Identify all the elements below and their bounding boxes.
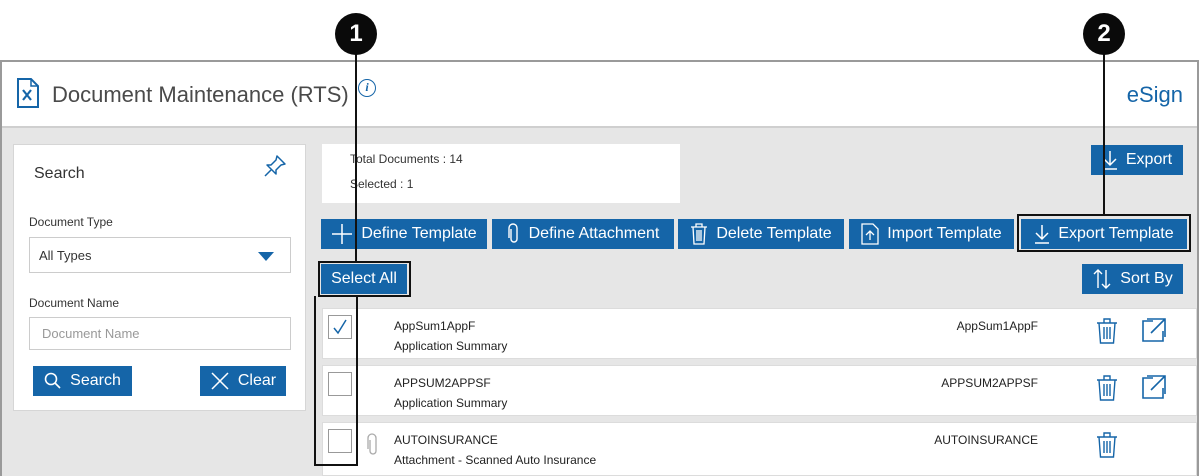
define-attachment-label: Define Attachment: [528, 225, 660, 242]
callout-1-highlight-select-all: [318, 261, 411, 297]
trash-icon[interactable]: [1096, 375, 1118, 401]
document-code: AppSum1AppF: [956, 319, 1038, 333]
document-name: APPSUM2APPSF: [394, 376, 491, 390]
define-attachment-button[interactable]: Define Attachment: [492, 219, 674, 249]
trash-icon[interactable]: [1096, 432, 1118, 458]
callout-2-line: [1103, 54, 1105, 215]
define-template-label: Define Template: [361, 225, 477, 242]
document-description: Application Summary: [394, 396, 508, 410]
callout-2-highlight-export-template: [1017, 214, 1191, 252]
brand-esign[interactable]: eSign: [1127, 82, 1183, 108]
document-type-select[interactable]: All Types: [29, 237, 291, 273]
import-template-button[interactable]: Import Template: [849, 219, 1014, 249]
define-template-button[interactable]: Define Template: [321, 219, 487, 249]
clear-button-label: Clear: [237, 372, 277, 389]
delete-template-label: Delete Template: [716, 225, 832, 242]
table-row[interactable]: AppSum1AppF Application Summary AppSum1A…: [322, 308, 1197, 359]
open-window-icon[interactable]: [1139, 317, 1167, 345]
table-row[interactable]: APPSUM2APPSF Application Summary APPSUM2…: [322, 365, 1197, 416]
open-window-icon[interactable]: [1139, 374, 1167, 402]
document-code: APPSUM2APPSF: [941, 376, 1038, 390]
document-name-input[interactable]: [29, 317, 291, 350]
callout-1-highlight-checkboxes: [314, 296, 358, 466]
sort-icon: [1093, 269, 1111, 289]
page-header: Document Maintenance (RTS) i eSign: [2, 62, 1197, 128]
callout-1-badge: 1: [335, 13, 377, 55]
document-description: Application Summary: [394, 339, 508, 353]
document-description: Attachment - Scanned Auto Insurance: [394, 453, 597, 467]
document-type-value: All Types: [39, 248, 92, 263]
total-documents: Total Documents : 14: [350, 152, 463, 166]
document-code: AUTOINSURANCE: [934, 433, 1038, 447]
delete-template-button[interactable]: Delete Template: [678, 219, 844, 249]
search-button[interactable]: Search: [33, 366, 132, 396]
pin-icon[interactable]: [262, 153, 288, 179]
search-icon: [44, 372, 61, 389]
paperclip-icon: [367, 433, 377, 455]
page-title: Document Maintenance (RTS): [52, 82, 349, 107]
chevron-down-icon: [258, 252, 274, 261]
import-icon: [861, 223, 879, 245]
document-name-label: Document Name: [29, 296, 120, 310]
info-icon[interactable]: i: [358, 79, 376, 97]
document-name: AppSum1AppF: [394, 319, 476, 333]
document-counts: Total Documents : 14 Selected : 1: [322, 144, 680, 203]
callout-2-badge: 2: [1083, 13, 1125, 55]
trash-icon: [691, 223, 708, 245]
search-panel-title: Search: [34, 165, 85, 182]
document-icon: [17, 78, 39, 108]
table-row[interactable]: AUTOINSURANCE Attachment - Scanned Auto …: [322, 422, 1197, 476]
document-type-label: Document Type: [29, 215, 113, 229]
plus-icon: [332, 224, 353, 244]
export-button-label: Export: [1125, 151, 1173, 168]
callout-1-line: [355, 54, 357, 263]
clear-button[interactable]: Clear: [200, 366, 286, 396]
search-button-label: Search: [70, 372, 121, 389]
sort-by-label: Sort By: [1120, 270, 1173, 287]
document-name: AUTOINSURANCE: [394, 433, 498, 447]
search-panel: Search Document Type All Types Document …: [13, 144, 306, 411]
clear-icon: [211, 372, 229, 390]
trash-icon[interactable]: [1096, 318, 1118, 344]
paperclip-icon: [507, 223, 518, 243]
import-template-label: Import Template: [887, 225, 1002, 242]
selected-count: Selected : 1: [350, 177, 414, 191]
sort-by-button[interactable]: Sort By: [1082, 264, 1183, 294]
